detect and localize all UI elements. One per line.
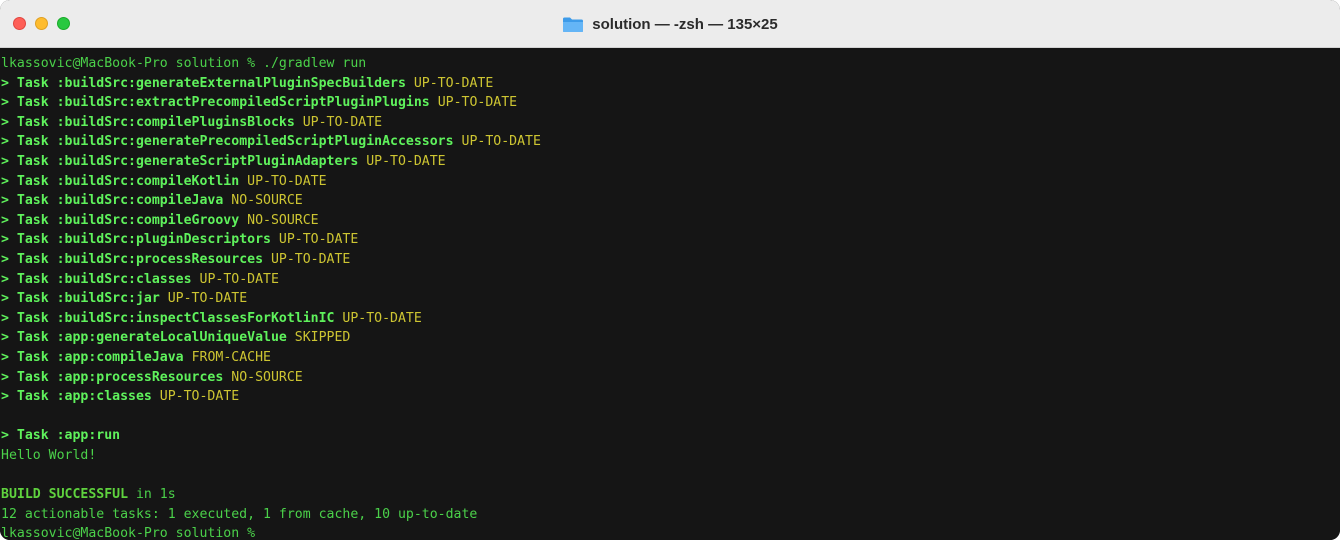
task-prefix: > Task [1,114,57,130]
task-status: UP-TO-DATE [239,173,327,189]
title-bar[interactable]: solution — -zsh — 135×25 [0,0,1340,48]
task-prefix: > Task [1,330,57,346]
task-name: :buildSrc:pluginDescriptors [56,232,271,248]
task-line: > Task :app:generateLocalUniqueValue SKI… [0,328,1340,348]
task-name: :buildSrc:extractPrecompiledScriptPlugin… [56,95,430,111]
task-prefix: > Task [1,271,57,287]
task-name: :buildSrc:compileKotlin [56,173,240,189]
build-status: BUILD SUCCESSFUL [1,487,129,503]
task-name: :buildSrc:inspectClassesForKotlinIC [56,310,335,326]
task-status: NO-SOURCE [223,369,303,385]
task-name: :app:processResources [56,369,224,385]
task-line: > Task :buildSrc:pluginDescriptors UP-TO… [0,230,1340,250]
window-title: solution — -zsh — 135×25 [592,15,778,33]
task-line: > Task :buildSrc:compileGroovy NO-SOURCE [0,211,1340,231]
terminal-output[interactable]: lkassovic@MacBook-Pro solution % ./gradl… [0,48,1340,540]
task-line: > Task :buildSrc:inspectClassesForKotlin… [0,309,1340,329]
build-duration: in 1s [128,487,176,503]
task-line: > Task :buildSrc:processResources UP-TO-… [0,250,1340,270]
task-line: > Task :buildSrc:compileKotlin UP-TO-DAT… [0,172,1340,192]
task-name: :buildSrc:compileGroovy [56,212,240,228]
task-status: NO-SOURCE [239,212,319,228]
task-prefix: > Task [1,251,57,267]
task-status: UP-TO-DATE [358,153,446,169]
task-prefix: > Task [1,349,57,365]
task-prefix: > Task [1,95,57,111]
task-prefix: > Task [1,134,57,150]
task-line: > Task :buildSrc:extractPrecompiledScrip… [0,93,1340,113]
final-prompt-line: lkassovic@MacBook-Pro solution % [0,524,1340,540]
task-name: :buildSrc:classes [56,271,192,287]
task-prefix: > Task [1,291,57,307]
task-summary: 12 actionable tasks: 1 executed, 1 from … [1,506,478,522]
task-name: :app:run [56,428,121,444]
task-status: UP-TO-DATE [263,251,351,267]
window-title-group: solution — -zsh — 135×25 [0,0,1340,48]
task-prefix: > Task [1,212,57,228]
task-line: > Task :app:compileJava FROM-CACHE [0,348,1340,368]
task-line: > Task :app:processResources NO-SOURCE [0,368,1340,388]
task-line: > Task :buildSrc:classes UP-TO-DATE [0,270,1340,290]
command-line: lkassovic@MacBook-Pro solution % ./gradl… [0,54,1340,74]
task-name: :app:generateLocalUniqueValue [56,330,287,346]
task-name: :buildSrc:generatePrecompiledScriptPlugi… [56,134,454,150]
task-prefix: > Task [1,173,57,189]
task-name: :app:compileJava [56,349,184,365]
task-prefix: > Task [1,232,57,248]
text-cursor [263,525,271,540]
shell-prompt: lkassovic@MacBook-Pro solution % [1,526,264,540]
program-output: Hello World! [1,447,97,463]
task-name: :buildSrc:processResources [56,251,264,267]
task-status: UP-TO-DATE [191,271,279,287]
task-name: :buildSrc:compilePluginsBlocks [56,114,295,130]
task-status: SKIPPED [286,330,351,346]
task-prefix: > Task [1,428,57,444]
task-status: UP-TO-DATE [429,95,518,111]
task-status: UP-TO-DATE [270,232,359,248]
task-name: :buildSrc:compileJava [56,193,224,209]
task-name: :buildSrc:generateScriptPluginAdapters [56,153,359,169]
task-line: > Task :buildSrc:compilePluginsBlocks UP… [0,113,1340,133]
task-status: UP-TO-DATE [294,114,383,130]
task-line: > Task :buildSrc:jar UP-TO-DATE [0,289,1340,309]
task-line: > Task :buildSrc:compileJava NO-SOURCE [0,191,1340,211]
terminal-window: solution — -zsh — 135×25 lkassovic@MacBo… [0,0,1340,540]
task-line: > Task :buildSrc:generateScriptPluginAda… [0,152,1340,172]
build-result-line: BUILD SUCCESSFUL in 1s [0,485,1340,505]
task-prefix: > Task [1,369,57,385]
shell-prompt: lkassovic@MacBook-Pro solution % [1,56,264,71]
summary-line: 12 actionable tasks: 1 executed, 1 from … [0,505,1340,525]
task-prefix: > Task [1,389,57,405]
task-name: :buildSrc:generateExternalPluginSpecBuil… [56,75,406,91]
task-line: > Task :app:classes UP-TO-DATE [0,387,1340,407]
program-output-line: Hello World! [0,446,1340,466]
task-status: UP-TO-DATE [159,291,248,307]
task-name: :buildSrc:jar [56,291,160,307]
task-prefix: > Task [1,193,57,209]
task-status: UP-TO-DATE [405,75,494,91]
folder-icon [562,16,584,33]
task-status: UP-TO-DATE [151,389,240,405]
task-status: NO-SOURCE [223,193,303,209]
command-text: ./gradlew run [263,56,367,71]
task-prefix: > Task [1,75,57,91]
task-line: > Task :buildSrc:generatePrecompiledScri… [0,132,1340,152]
task-status: UP-TO-DATE [453,134,541,150]
task-status: UP-TO-DATE [334,310,422,326]
task-line: > Task :buildSrc:generateExternalPluginS… [0,74,1340,94]
run-task-line: > Task :app:run [0,426,1340,446]
task-prefix: > Task [1,310,57,326]
task-name: :app:classes [56,389,152,405]
task-prefix: > Task [1,153,57,169]
task-status: FROM-CACHE [183,349,271,365]
